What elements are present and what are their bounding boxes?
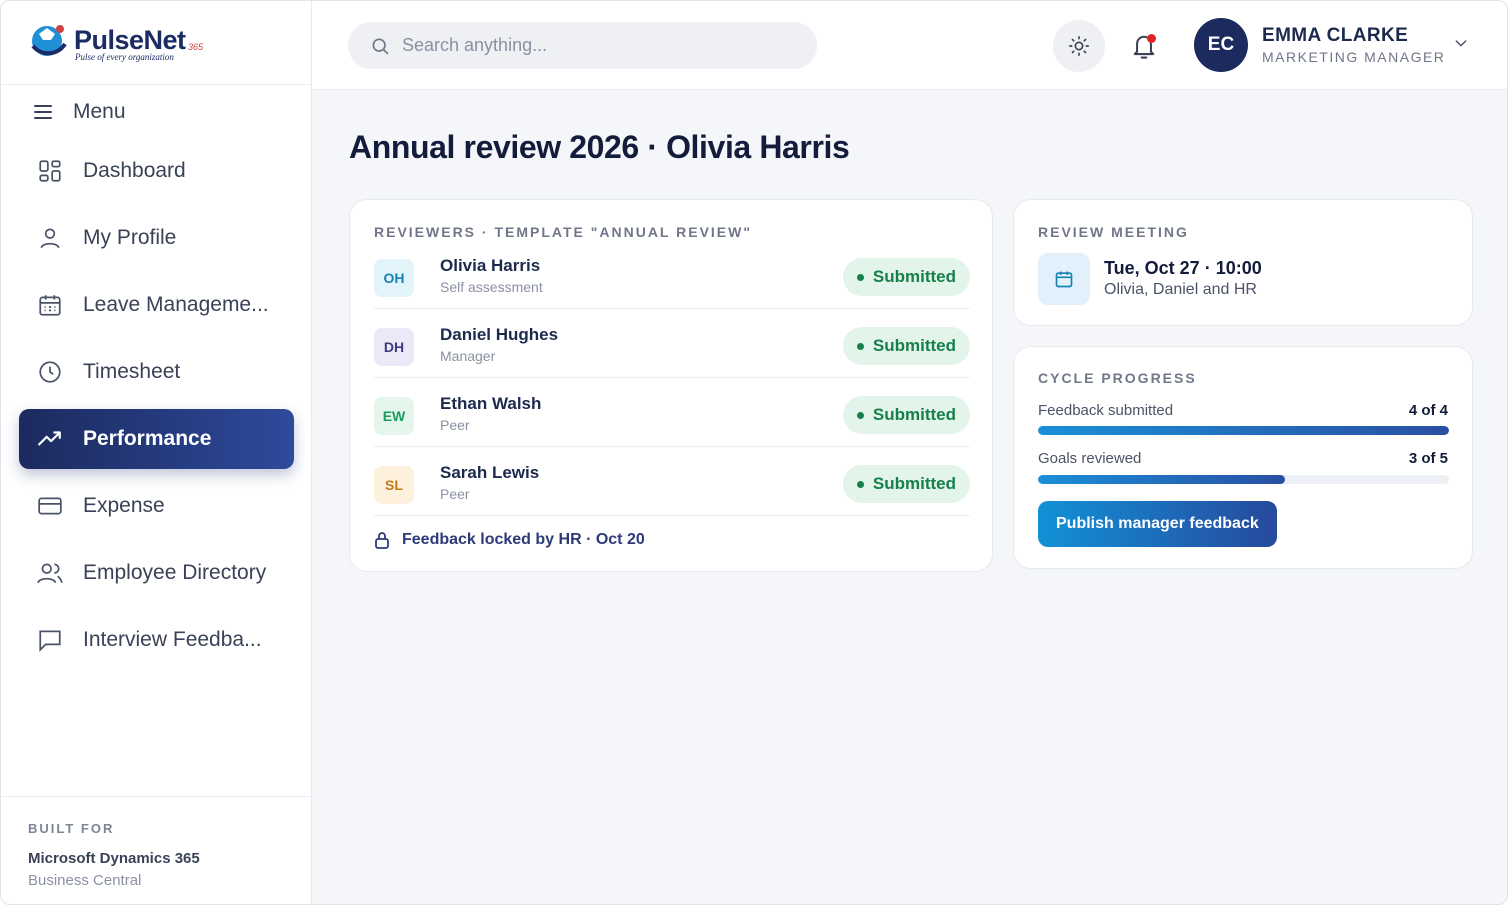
sidebar-item-label: Employee Directory [83,561,267,584]
meeting-time: Tue, Oct 27 · 10:00 [1104,258,1262,278]
progress-item-value: 4 of 4 [1408,402,1448,419]
reviewer-role: Peer [440,417,470,433]
sidebar-item-timesheet[interactable]: Timesheet [19,342,294,402]
sidebar-item-label: Timesheet [83,360,181,383]
status-dot [856,342,864,350]
reviewer-role: Manager [440,348,496,364]
calendar-icon [39,295,61,316]
chevron-down-icon[interactable] [1453,35,1469,51]
progress-bar-fill [1038,475,1285,484]
status-badge: Submitted [842,258,970,296]
status-dot [856,273,864,281]
progress-bar [1038,426,1449,435]
user-avatar[interactable]: EC [1194,18,1248,72]
top-bar: EC EMMA CLARKE MARKETING MANAGER [312,1,1507,90]
search-input[interactable] [402,35,802,56]
brand-tagline: Pulse of every organization [75,52,174,62]
calendar-icon [1055,271,1073,288]
meeting-label: REVIEW MEETING [1038,224,1189,240]
user-icon [40,228,60,249]
sidebar: PulseNet 365 Pulse of every organization… [1,1,312,904]
reviewer-avatar: SL [374,466,414,504]
logo-area: PulseNet 365 Pulse of every organization [1,1,311,85]
reviewer-name: Olivia Harris [440,256,541,275]
sidebar-item-dashboard[interactable]: Dashboard [19,141,294,201]
sidebar-item-label: Interview Feedba... [83,628,262,651]
reviewer-row[interactable]: SL Sarah Lewis Peer Submitted [374,447,970,516]
page-title: Annual review 2026 · Olivia Harris [349,129,850,165]
users-icon [37,563,63,584]
sidebar-item-label: Expense [83,494,165,517]
reviewer-avatar: OH [374,259,414,297]
reviewer-row[interactable]: EW Ethan Walsh Peer Submitted [374,378,970,447]
built-for-edition: Business Central [28,872,142,889]
reviewer-avatar: EW [374,397,414,435]
sidebar-item-interview-feedback[interactable]: Interview Feedba... [19,610,294,670]
sidebar-item-label: My Profile [83,226,177,249]
meeting-attendees: Olivia, Daniel and HR [1104,281,1257,298]
search-bar[interactable] [348,22,817,69]
menu-toggle[interactable]: Menu [31,100,126,124]
status-text: Submitted [872,267,956,286]
status-text: Submitted [872,336,956,355]
reviewer-role: Self assessment [440,279,543,295]
cycle-progress-card: CYCLE PROGRESS Feedback submitted 4 of 4… [1013,346,1473,569]
reviewers-label: REVIEWERS · TEMPLATE "ANNUAL REVIEW" [374,224,752,240]
progress-label: CYCLE PROGRESS [1038,370,1197,386]
chat-icon [39,630,61,652]
sidebar-item-label: Dashboard [83,159,186,182]
status-dot [856,411,864,419]
sidebar-item-expense[interactable]: Expense [19,476,294,536]
menu-label: Menu [73,100,126,123]
sidebar-item-my-profile[interactable]: My Profile [19,208,294,268]
meeting-calendar-icon-box [1038,253,1090,305]
notification-dot [1147,34,1156,43]
sidebar-item-leave-management[interactable]: Leave Manageme... [19,275,294,335]
sun-icon [1069,36,1089,56]
user-name[interactable]: EMMA CLARKE [1262,25,1408,47]
reviewers-card: REVIEWERS · TEMPLATE "ANNUAL REVIEW" OH … [349,199,993,572]
hamburger-icon [34,105,52,119]
sidebar-item-employee-directory[interactable]: Employee Directory [19,543,294,603]
sidebar-item-label: Performance [83,427,212,450]
locked-text: Feedback locked by HR · Oct 20 [402,531,645,548]
trend-icon [38,431,61,446]
built-for-label: BUILT FOR [28,821,115,836]
status-text: Submitted [872,405,956,424]
reviewer-name: Ethan Walsh [440,394,542,413]
progress-bar-fill [1038,426,1449,435]
card-icon [38,497,62,515]
grid-icon [39,160,61,182]
review-meeting-card: REVIEW MEETING Tue, Oct 27 · 10:00 Olivi… [1013,199,1473,326]
sidebar-item-performance[interactable]: Performance [19,409,294,469]
user-role: MARKETING MANAGER [1262,49,1446,65]
status-badge: Submitted [842,396,970,434]
status-text: Submitted [872,474,956,493]
reviewer-role: Peer [440,486,470,502]
progress-item-label: Feedback submitted [1038,402,1174,419]
logo-icon [31,25,67,56]
progress-bar [1038,475,1449,484]
clock-icon [39,361,61,383]
reviewer-name: Daniel Hughes [440,325,559,344]
progress-item-label: Goals reviewed [1038,450,1142,467]
lock-icon [375,532,389,549]
status-badge: Submitted [842,327,970,365]
app-window: PulseNet 365 Pulse of every organization… [0,0,1508,905]
status-badge: Submitted [842,465,970,503]
progress-item-value: 3 of 5 [1408,450,1448,467]
reviewer-name: Sarah Lewis [440,463,540,482]
feedback-locked-note: Feedback locked by HR · Oct 20 [374,531,645,549]
built-for-product: Microsoft Dynamics 365 [28,850,200,867]
search-icon [372,38,389,54]
reviewer-avatar: DH [374,328,414,366]
brand-sup: 365 [188,42,204,52]
reviewer-row[interactable]: OH Olivia Harris Self assessment Submitt… [374,240,970,309]
reviewer-row[interactable]: DH Daniel Hughes Manager Submitted [374,309,970,378]
built-for: BUILT FOR Microsoft Dynamics 365 Busines… [1,796,312,904]
publish-manager-feedback-button[interactable]: Publish manager feedback [1038,501,1277,547]
sidebar-item-label: Leave Manageme... [83,293,269,316]
status-dot [856,480,864,488]
theme-toggle-button[interactable] [1053,20,1105,72]
